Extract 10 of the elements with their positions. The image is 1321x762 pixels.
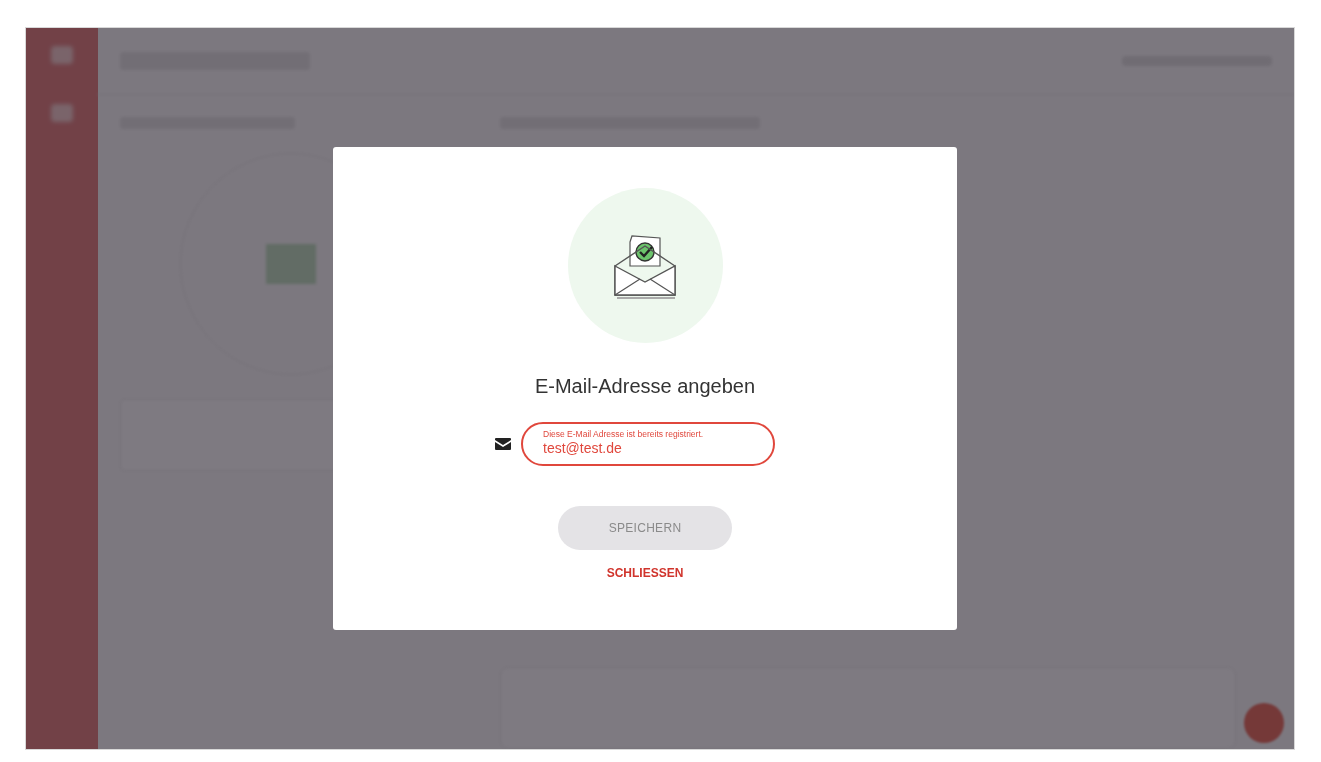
email-input[interactable]: test@test.de [543, 440, 753, 456]
email-field[interactable]: Diese E-Mail Adresse ist bereits registriert. test@test.de [521, 422, 775, 466]
dialog-title: E-Mail-Adresse angeben [534, 375, 756, 398]
mail-icon [495, 438, 511, 450]
image-placeholder [266, 244, 316, 284]
sidebar-icon[interactable] [51, 46, 73, 64]
close-button[interactable]: SCHLIESSEN [602, 564, 688, 582]
sidebar-icon[interactable] [51, 104, 73, 122]
send-button[interactable] [1244, 703, 1284, 743]
error-message: Diese E-Mail Adresse ist bereits registriert. [543, 428, 705, 440]
